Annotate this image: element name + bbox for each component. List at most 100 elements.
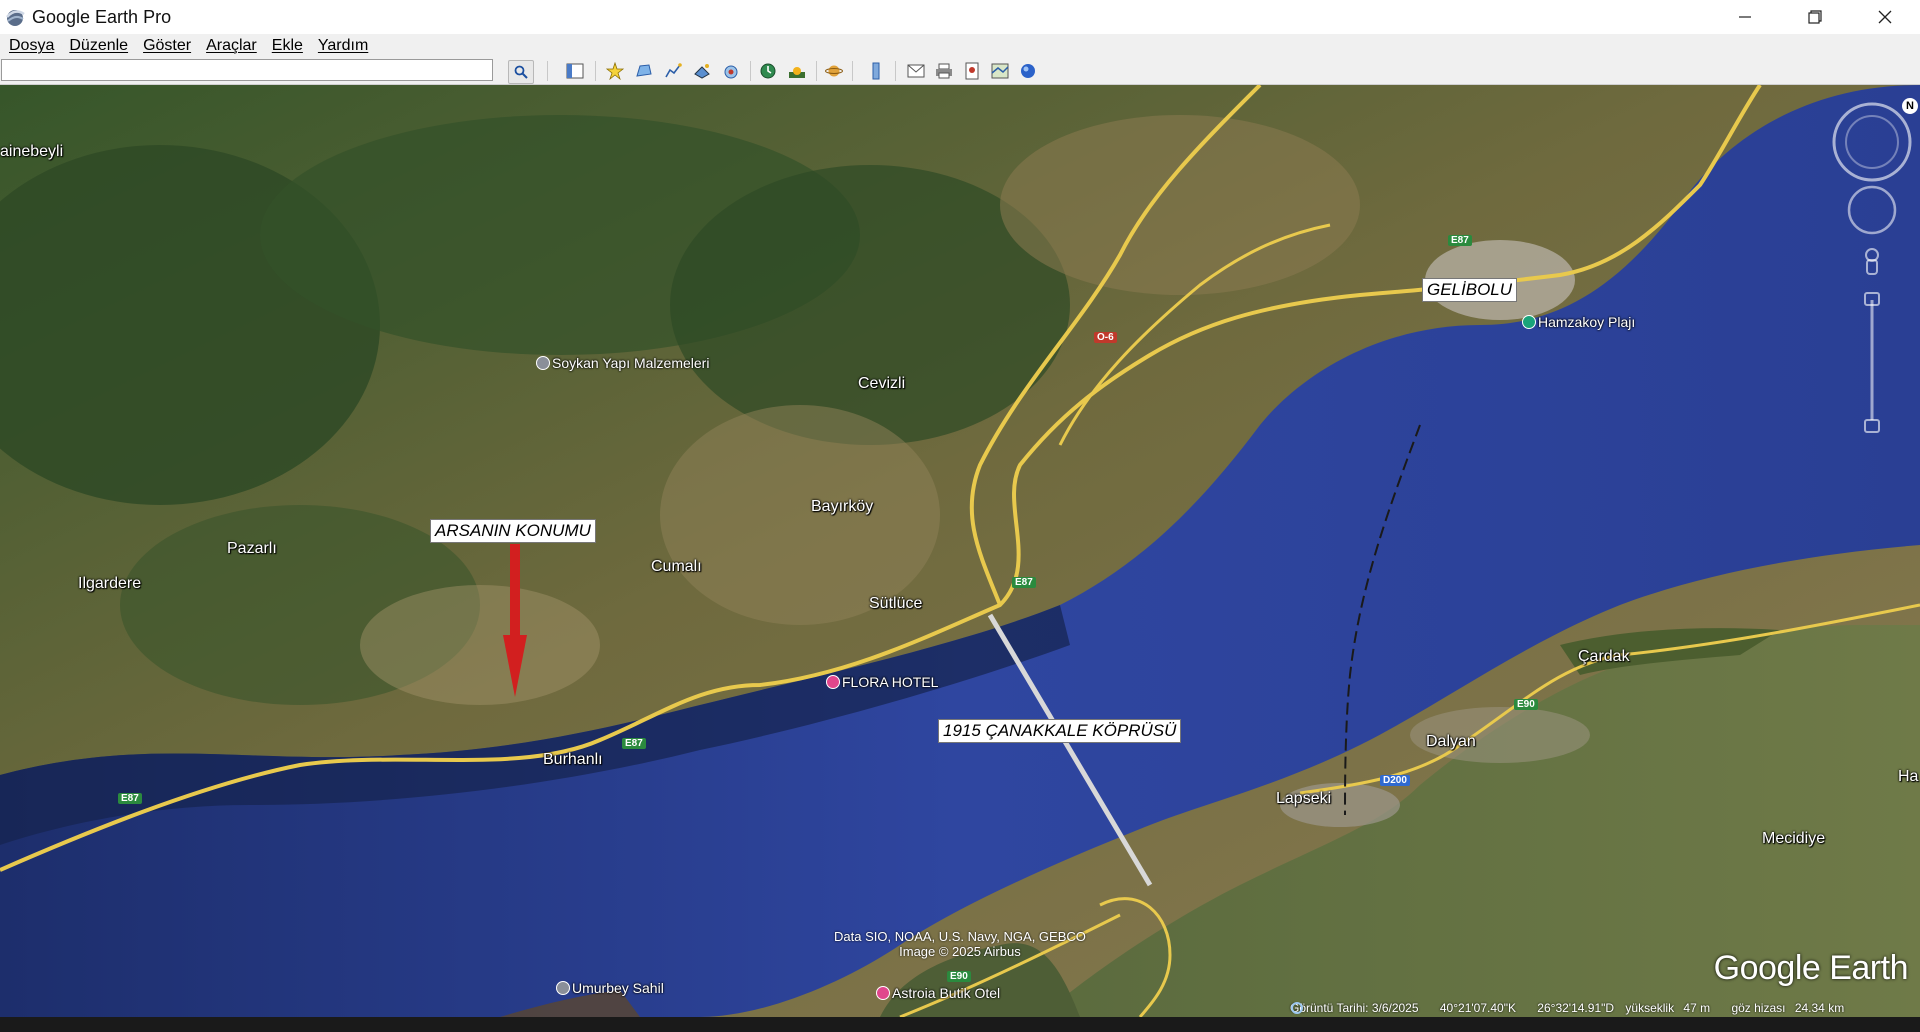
imagery-date: Görüntü Tarihi: 3/6/2025: [1290, 1001, 1419, 1015]
poi-label: Astroia Butik Otel: [892, 985, 1001, 1001]
save-image-icon[interactable]: [960, 60, 984, 82]
toolbar-separator: [547, 61, 548, 81]
historical-imagery-icon[interactable]: [756, 60, 780, 82]
poi-astroia[interactable]: Astroia Butik Otel: [876, 985, 1000, 1001]
ruler-icon[interactable]: [864, 60, 888, 82]
menu-bar: Dosya Düzenle Göster Araçlar Ekle Yardım: [0, 34, 1920, 58]
poi-label: Umurbey Sahil: [572, 980, 664, 996]
google-earth-window: { "window": { "title": "Google Earth Pro…: [0, 0, 1920, 1032]
road-shield-e87: E87: [118, 793, 142, 804]
longitude: 26°32'14.91"D: [1537, 1001, 1615, 1015]
window-controls: [1710, 0, 1920, 34]
poi-hamzakoy[interactable]: Hamzakoy Plajı: [1522, 314, 1635, 330]
search-input[interactable]: [1, 59, 493, 81]
place-label-inebeyli: ainebeyli: [0, 143, 64, 160]
poi-umurbey[interactable]: Umurbey Sahil: [556, 980, 664, 996]
bottom-bar: [0, 1017, 1920, 1032]
place-label-ha: Ha: [1898, 768, 1919, 785]
email-icon[interactable]: [904, 60, 928, 82]
road-shield-e90: E90: [1514, 699, 1538, 710]
elevation-value: 47 m: [1683, 1001, 1711, 1015]
gelibolu-label[interactable]: GELİBOLU: [1422, 278, 1518, 302]
place-label-dalyan: Dalyan: [1426, 733, 1476, 750]
title-bar: Google Earth Pro: [0, 0, 1920, 34]
view-in-maps-icon[interactable]: [988, 60, 1012, 82]
google-earth-app-icon: [6, 10, 25, 26]
place-label-bayirkoy: Bayırköy: [811, 498, 874, 515]
place-label-mecidiye: Mecidiye: [1762, 830, 1826, 847]
record-tour-icon[interactable]: [719, 60, 743, 82]
hotel-icon: [826, 675, 840, 689]
print-icon[interactable]: [932, 60, 956, 82]
toolbar: [0, 58, 1920, 85]
planets-icon[interactable]: [822, 60, 846, 82]
menu-araclar[interactable]: Araçlar: [197, 37, 263, 55]
beach-icon: [1522, 315, 1536, 329]
toolbar-separator: [852, 61, 853, 81]
minimize-icon[interactable]: [1710, 0, 1780, 34]
place-label-lapseki: Lapseki: [1276, 790, 1332, 807]
place-label-ilgardere: Ilgardere: [78, 575, 142, 592]
image-overlay-icon[interactable]: [690, 60, 714, 82]
street-view-pegman-icon[interactable]: [1862, 245, 1882, 277]
imagery-attribution: Data SIO, NOAA, U.S. Navy, NGA, GEBCO Im…: [834, 929, 1086, 959]
map-view[interactable]: ainebeyli Pazarlı Ilgardere Cevizli Bayı…: [0, 85, 1920, 1017]
road-shield-o6: O-6: [1094, 332, 1117, 343]
menu-duzenle[interactable]: Düzenle: [60, 37, 134, 55]
place-label-pazarli: Pazarlı: [227, 540, 277, 557]
bridge-label[interactable]: 1915 ÇANAKKALE KÖPRÜSÜ: [938, 719, 1182, 743]
menu-dosya[interactable]: Dosya: [0, 37, 60, 55]
road-shield-e90: E90: [947, 971, 971, 982]
road-shield-d200: D200: [1380, 775, 1410, 786]
poi-marker-icon: [556, 981, 570, 995]
poi-soykan[interactable]: Soykan Yapı Malzemeleri: [536, 355, 709, 371]
sky-icon[interactable]: [1016, 60, 1040, 82]
toolbar-separator: [895, 61, 896, 81]
eye-altitude-label: göz hizası: [1731, 1001, 1786, 1015]
poi-label: Soykan Yapı Malzemeleri: [552, 355, 710, 371]
road-shield-e87: E87: [1448, 235, 1472, 246]
elevation-label: yükseklik: [1625, 1001, 1675, 1015]
eye-altitude-value: 24.34 km: [1794, 1001, 1845, 1015]
menu-ekle[interactable]: Ekle: [263, 37, 309, 55]
placemark-icon[interactable]: [603, 60, 627, 82]
menu-goster[interactable]: Göster: [134, 37, 197, 55]
toolbar-separator: [816, 61, 817, 81]
attribution-line: Data SIO, NOAA, U.S. Navy, NGA, GEBCO: [834, 929, 1086, 944]
road-shield-e87: E87: [1012, 577, 1036, 588]
restore-icon[interactable]: [1780, 0, 1850, 34]
status-line: Görüntü Tarihi: 3/6/2025 40°21'07.40"K 2…: [1290, 1001, 1848, 1015]
sidebar-icon[interactable]: [563, 60, 587, 82]
zoom-slider[interactable]: [1862, 290, 1882, 435]
toolbar-separator: [750, 61, 751, 81]
look-joystick[interactable]: [1834, 104, 1910, 180]
sunlight-icon[interactable]: [785, 60, 809, 82]
streaming-icon: [1291, 1002, 1303, 1014]
hotel-icon: [876, 986, 890, 1000]
road-shield-e87: E87: [622, 738, 646, 749]
move-joystick[interactable]: [1849, 187, 1895, 233]
poi-label: Hamzakoy Plajı: [1538, 314, 1636, 330]
latitude: 40°21'07.40"K: [1439, 1001, 1516, 1015]
path-icon[interactable]: [661, 60, 685, 82]
place-label-cardak: Çardak: [1578, 648, 1630, 665]
place-label-sutluce: Sütlüce: [869, 595, 923, 612]
poi-marker-icon: [536, 356, 550, 370]
google-earth-logo: Google Earth: [1713, 949, 1909, 987]
poi-label: FLORA HOTEL: [842, 674, 939, 690]
plot-arrow-shaft: [510, 544, 520, 639]
place-label-burhanli: Burhanlı: [543, 751, 603, 768]
place-label-cevizli: Cevizli: [858, 375, 906, 392]
close-icon[interactable]: [1850, 0, 1920, 34]
attribution-line: Image © 2025 Airbus: [899, 944, 1021, 959]
plot-location-label[interactable]: ARSANIN KONUMU: [430, 519, 596, 543]
place-label-cumali: Cumalı: [651, 558, 702, 575]
poi-flora-hotel[interactable]: FLORA HOTEL: [826, 674, 938, 690]
satellite-imagery: [0, 85, 1920, 1017]
toolbar-separator: [595, 61, 596, 81]
navigation-controls: N: [1832, 90, 1918, 440]
polygon-icon[interactable]: [632, 60, 656, 82]
search-icon[interactable]: [508, 60, 534, 84]
menu-yardim[interactable]: Yardım: [309, 37, 374, 55]
window-title: Google Earth Pro: [32, 6, 172, 27]
